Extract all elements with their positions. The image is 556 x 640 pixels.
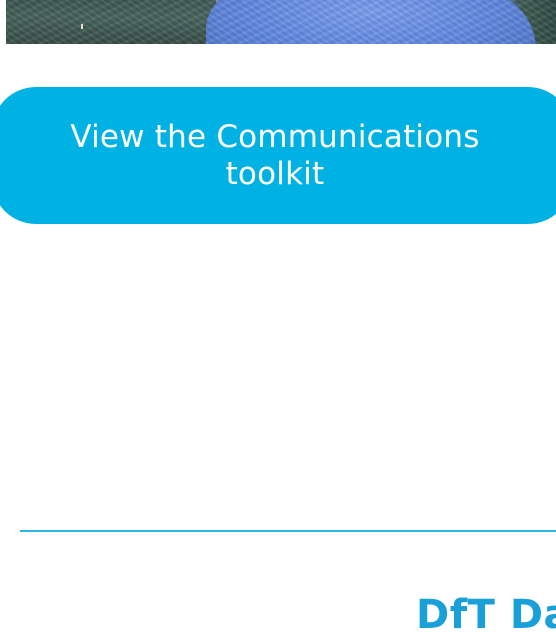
section-heading: DfT Da	[416, 592, 556, 638]
hero-image-texture	[6, 0, 556, 44]
cta-button-label: View the Communications toolkit	[70, 118, 480, 192]
section-divider	[20, 530, 556, 532]
hero-image	[6, 0, 556, 44]
hero-image-detail	[81, 24, 83, 29]
view-communications-toolkit-button[interactable]: View the Communications toolkit	[0, 87, 556, 224]
